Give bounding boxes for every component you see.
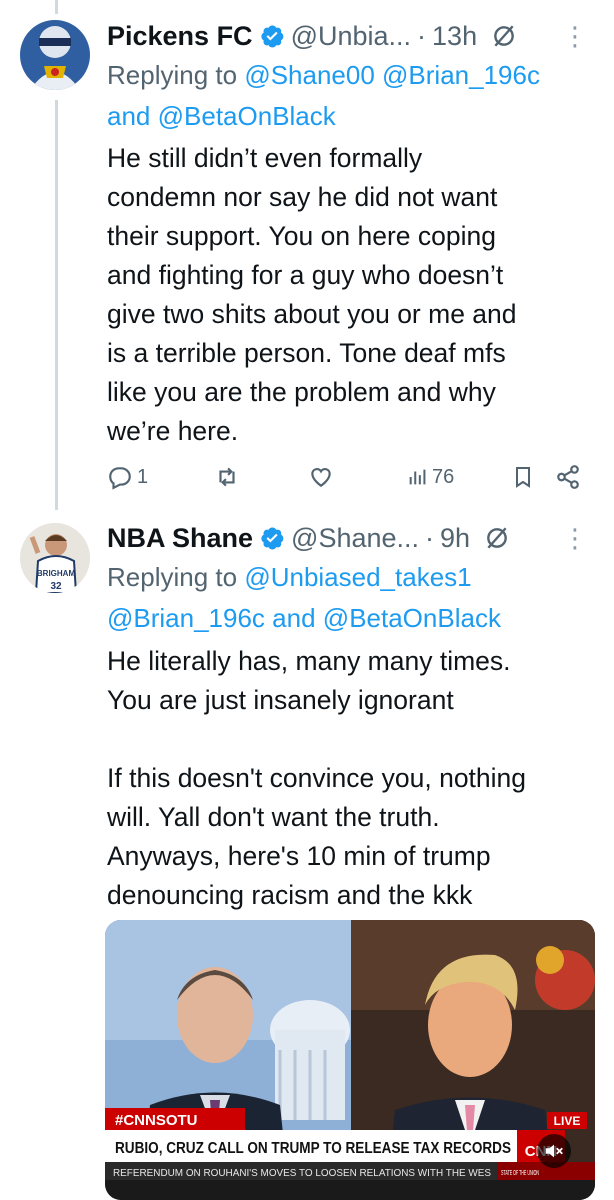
tweet-header: NBA Shane @Shane... · 9h ⋮ [107,518,614,558]
grok-icon[interactable] [484,525,510,551]
repost-icon [219,467,235,487]
replying-to: Replying to @Shane00 @Brian_196c and @Be… [107,55,590,137]
avatar-jersey-text: BRIGHAM [37,569,76,578]
reply-and: and [272,603,316,633]
reply-and: and [107,101,151,131]
grok-icon[interactable] [491,23,517,49]
display-name[interactable]: NBA Shane [107,523,253,554]
more-options-icon[interactable]: ⋮ [562,525,588,551]
video-thumbnail[interactable]: #CNNSOTU LIVE RUBIO, CRUZ CALL ON TRUMP … [105,920,595,1200]
reply-prefix: Replying to [107,60,238,90]
headline-chyron: RUBIO, CRUZ CALL ON TRUMP TO RELEASE TAX… [115,1140,511,1157]
timestamp[interactable]: 13h [432,21,477,52]
separator-dot: · [425,522,435,553]
share-button[interactable] [555,464,581,490]
ticker-brand: STATE OF THE UNION [501,1170,539,1177]
tweet-pickens[interactable]: Pickens FC @Unbia... · 13h ⋮ Replying to… [0,0,614,505]
reply-user-unbiased[interactable]: @Unbiased_takes1 [244,562,471,592]
live-badge: LIVE [554,1114,581,1128]
share-icon [557,465,579,489]
reply-icon [109,467,131,490]
reply-user-brian[interactable]: @Brian_196c [107,603,265,633]
timestamp[interactable]: 9h [440,523,470,554]
video-frame: #CNNSOTU LIVE RUBIO, CRUZ CALL ON TRUMP … [105,920,595,1200]
avatar[interactable]: BRIGHAM 32 [20,523,90,593]
views-count: 76 [432,465,455,488]
display-name[interactable]: Pickens FC [107,21,253,52]
views-button[interactable]: 76 [407,464,454,490]
heart-icon [311,468,331,487]
tweet-text: He literally has, many many times. You a… [107,646,527,910]
views-icon [409,469,426,485]
reply-button[interactable]: 1 [107,464,148,490]
verified-badge-icon [259,23,285,49]
replying-to: Replying to @Unbiased_takes1 @Brian_196c… [107,557,590,639]
handle[interactable]: @Shane... [291,523,419,554]
reply-user-beta[interactable]: @BetaOnBlack [158,101,336,131]
tweet-header: Pickens FC @Unbia... · 13h ⋮ [107,16,614,56]
avatar[interactable] [20,20,90,90]
reply-count: 1 [137,465,149,488]
hashtag-label: #CNNSOTU [115,1112,198,1129]
mute-button[interactable] [537,1134,571,1168]
repost-button[interactable] [213,464,241,490]
tweet-text: He still didn’t even formally condemn no… [107,143,517,446]
bookmark-button[interactable] [511,464,535,490]
bookmark-icon [516,467,530,488]
avatar-image: BRIGHAM 32 [20,523,90,593]
avatar-image [20,20,90,90]
separator-dot: · [417,20,427,51]
more-options-icon[interactable]: ⋮ [562,23,588,49]
reply-user-beta[interactable]: @BetaOnBlack [323,603,501,633]
handle[interactable]: @Unbia... [291,21,411,52]
avatar-jersey-number: 32 [50,581,62,592]
verified-badge-icon [259,525,285,551]
news-ticker: REFERENDUM ON ROUHANI'S MOVES TO LOOSEN … [113,1167,491,1179]
action-bar: 1 76 [107,460,587,494]
reply-users[interactable]: @Shane00 @Brian_196c [244,60,540,90]
reply-prefix: Replying to [107,562,238,592]
mute-icon [545,1144,563,1158]
like-button[interactable] [307,464,335,490]
